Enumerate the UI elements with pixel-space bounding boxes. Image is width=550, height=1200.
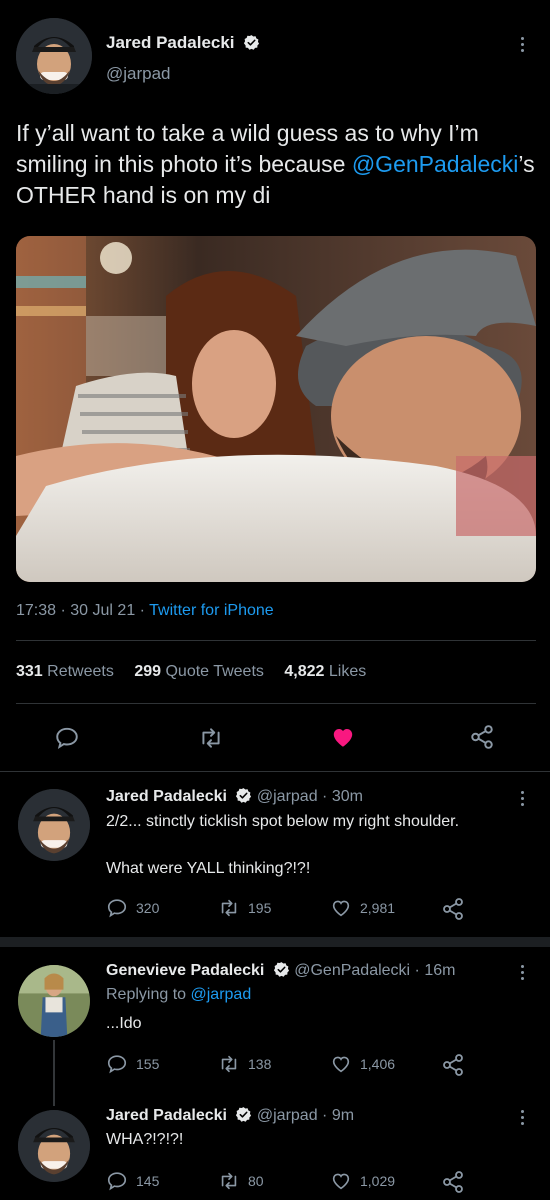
verified-icon bbox=[273, 962, 289, 977]
divider bbox=[16, 640, 536, 641]
reply-count: 320 bbox=[136, 900, 160, 916]
author-handle[interactable]: @jarpad bbox=[106, 64, 171, 84]
reply-author-handle[interactable]: @jarpad bbox=[257, 788, 318, 805]
replying-to-link[interactable]: @jarpad bbox=[191, 986, 252, 1003]
like-button[interactable]: 1,406 bbox=[330, 1053, 395, 1075]
verified-icon bbox=[236, 788, 252, 803]
likes-stat[interactable]: 4,822 Likes bbox=[284, 663, 366, 680]
reply-author-name[interactable]: Jared Padalecki bbox=[106, 788, 227, 805]
more-icon[interactable] bbox=[512, 32, 532, 56]
like-button[interactable]: 2,981 bbox=[330, 897, 395, 919]
like-count: 1,029 bbox=[360, 1173, 396, 1189]
share-icon[interactable] bbox=[441, 1053, 465, 1077]
more-icon[interactable] bbox=[512, 960, 532, 984]
tweet-time: 17:38 bbox=[16, 602, 57, 619]
like-button[interactable]: 1,029 bbox=[330, 1170, 395, 1192]
reply-author-handle[interactable]: @GenPadalecki bbox=[294, 962, 410, 979]
reply-author-handle[interactable]: @jarpad bbox=[257, 1107, 318, 1124]
reply-count: 145 bbox=[136, 1173, 160, 1189]
like-count: 2,981 bbox=[360, 900, 396, 916]
reply-age: 9m bbox=[331, 1107, 355, 1124]
thread-line bbox=[53, 1040, 55, 1106]
divider bbox=[16, 703, 536, 704]
retweet-button[interactable]: 80 bbox=[218, 1170, 264, 1192]
retweet-button[interactable]: 138 bbox=[218, 1053, 271, 1075]
retweet-count: 80 bbox=[248, 1173, 264, 1189]
tweet-text: If y’all want to take a wild guess as to… bbox=[16, 120, 535, 208]
reply-age: 16m bbox=[424, 962, 456, 979]
reply-button[interactable]: 145 bbox=[106, 1170, 159, 1192]
reply-avatar[interactable] bbox=[18, 789, 90, 861]
reply-age: 30m bbox=[331, 788, 363, 805]
reply-text: 2/2... stinctly ticklish spot below my r… bbox=[106, 813, 460, 830]
reply-text: ...Ido bbox=[106, 1015, 142, 1032]
tweet-date: 30 Jul 21 bbox=[70, 602, 136, 619]
share-icon[interactable] bbox=[441, 1170, 465, 1194]
more-icon[interactable] bbox=[512, 1105, 532, 1129]
reply-author-name[interactable]: Jared Padalecki bbox=[106, 1107, 227, 1124]
tweet-source[interactable]: Twitter for iPhone bbox=[149, 602, 274, 619]
quotes-stat[interactable]: 299 Quote Tweets bbox=[134, 663, 264, 680]
retweet-count: 195 bbox=[248, 900, 272, 916]
share-icon[interactable] bbox=[441, 897, 465, 921]
reply-button[interactable]: 155 bbox=[106, 1053, 159, 1075]
reply-author-name[interactable]: Genevieve Padalecki bbox=[106, 962, 264, 979]
author-name[interactable]: Jared Padalecki bbox=[106, 33, 235, 52]
author-avatar[interactable] bbox=[16, 18, 92, 94]
retweet-button[interactable]: 195 bbox=[218, 897, 271, 919]
like-icon[interactable] bbox=[329, 724, 357, 750]
reply-count: 155 bbox=[136, 1056, 160, 1072]
share-icon[interactable] bbox=[469, 724, 495, 750]
mention-link[interactable]: @GenPadalecki bbox=[352, 151, 519, 177]
section-separator bbox=[0, 937, 550, 947]
retweet-icon[interactable] bbox=[196, 725, 226, 751]
like-count: 1,406 bbox=[360, 1056, 396, 1072]
verified-icon bbox=[243, 35, 260, 50]
retweet-count: 138 bbox=[248, 1056, 272, 1072]
more-icon[interactable] bbox=[512, 786, 532, 810]
reply-avatar[interactable] bbox=[18, 1110, 90, 1182]
retweets-stat[interactable]: 331 Retweets bbox=[16, 663, 114, 680]
reply-icon[interactable] bbox=[53, 725, 81, 751]
divider bbox=[0, 771, 550, 772]
reply-text: WHA?!?!?! bbox=[106, 1131, 184, 1148]
tweet-photo[interactable] bbox=[16, 236, 536, 582]
reply-button[interactable]: 320 bbox=[106, 897, 159, 919]
verified-icon bbox=[236, 1107, 252, 1122]
replying-label: Replying to bbox=[106, 986, 187, 1003]
reply-avatar[interactable] bbox=[18, 965, 90, 1037]
reply-text: What were YALL thinking?!?! bbox=[106, 860, 311, 877]
